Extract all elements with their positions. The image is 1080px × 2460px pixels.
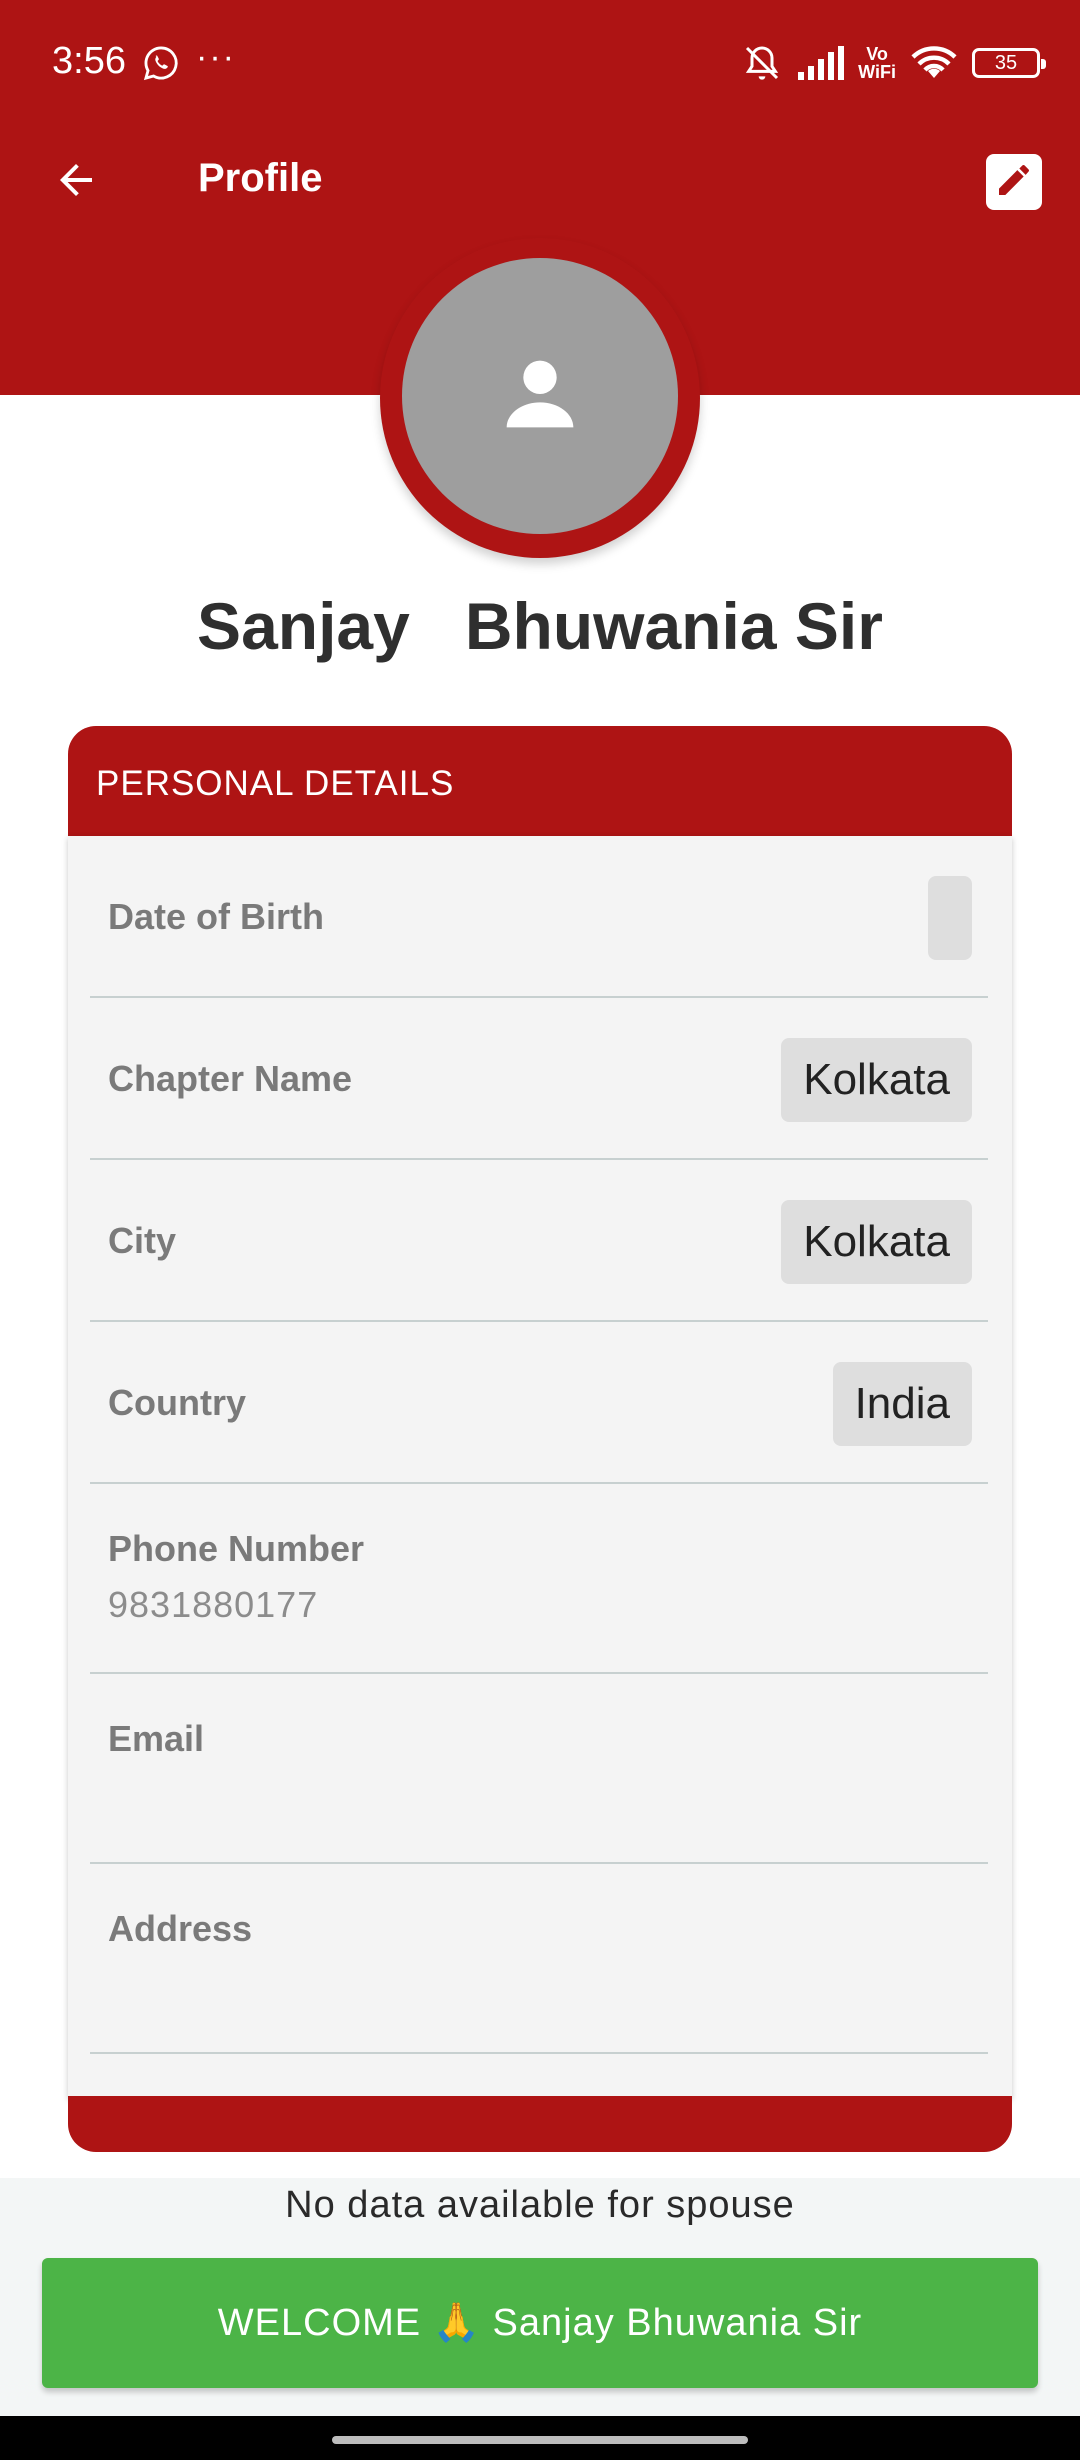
phone-number-label: Phone Number (108, 1528, 365, 1569)
status-time: 3:56 (52, 40, 126, 82)
date-of-birth-value (928, 876, 972, 960)
city-value: Kolkata (781, 1200, 972, 1284)
row-date-of-birth: Date of Birth (90, 836, 988, 998)
personal-details-header: PERSONAL DETAILS (68, 726, 1012, 838)
signal-icon (798, 46, 845, 80)
row-country: Country India (90, 1322, 988, 1484)
battery-icon: 35 (972, 48, 1046, 78)
city-label: City (108, 1220, 177, 1261)
chapter-name-value: Kolkata (781, 1038, 972, 1122)
welcome-banner[interactable]: WELCOME 🙏 Sanjay Bhuwania Sir (42, 2258, 1038, 2388)
date-of-birth-label: Date of Birth (108, 896, 324, 937)
email-label: Email (108, 1718, 205, 1759)
avatar[interactable] (402, 258, 678, 534)
row-address: Address (90, 1864, 988, 2054)
edit-icon (994, 160, 1034, 205)
whatsapp-icon (142, 44, 180, 82)
vowifi-indicator: Vo WiFi (858, 45, 896, 81)
personal-details-footer (68, 2096, 1012, 2152)
vowifi-line-2: WiFi (858, 62, 896, 82)
row-city: City Kolkata (90, 1160, 988, 1322)
status-icons: Vo WiFi 35 (740, 40, 1046, 86)
page-title: Profile (198, 156, 323, 200)
back-button[interactable] (46, 152, 106, 212)
mute-icon (740, 43, 784, 83)
personal-details-card: Date of Birth Chapter Name Kolkata City … (68, 836, 1012, 2098)
phone-number-value[interactable]: 9831880177 (108, 1584, 318, 1626)
overflow-dots: ··· (196, 38, 236, 76)
edit-profile-button[interactable] (986, 154, 1042, 210)
row-chapter-name: Chapter Name Kolkata (90, 998, 988, 1160)
app-bar: Profile (0, 130, 1080, 234)
country-label: Country (108, 1382, 246, 1423)
person-icon (490, 344, 590, 449)
status-bar: 3:56 ··· Vo WiFi 35 (0, 0, 1080, 130)
arrow-back-icon (52, 156, 100, 209)
row-phone-number: Phone Number 9831880177 (90, 1484, 988, 1674)
profile-name: Sanjay Bhuwania Sir (197, 589, 883, 663)
personal-details-title: PERSONAL DETAILS (96, 764, 455, 803)
wifi-icon (910, 44, 958, 82)
home-gesture-handle[interactable] (332, 2436, 748, 2444)
vowifi-line-1: Vo (866, 44, 888, 64)
chapter-name-label: Chapter Name (108, 1058, 353, 1099)
row-email: Email (90, 1674, 988, 1864)
spouse-note: No data available for spouse (285, 2184, 795, 2226)
address-label: Address (108, 1908, 253, 1949)
country-value: India (832, 1362, 972, 1446)
